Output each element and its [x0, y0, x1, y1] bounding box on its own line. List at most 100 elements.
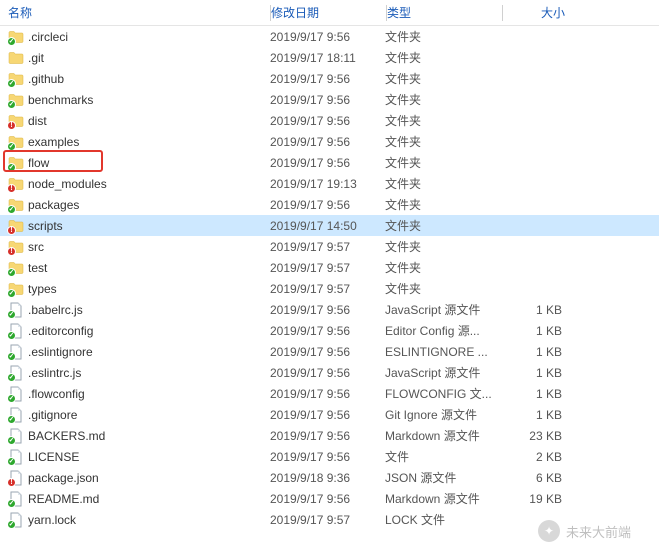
- status-badge-green: ✓: [7, 205, 16, 214]
- cell-name[interactable]: !scripts: [0, 218, 270, 234]
- file-icon: ✓: [8, 449, 24, 465]
- folder-icon: ✓: [8, 155, 24, 171]
- folder-icon: ✓: [8, 92, 24, 108]
- folder-row[interactable]: .git2019/9/17 18:11文件夹: [0, 47, 659, 68]
- cell-size: 1 KB: [500, 366, 580, 380]
- cell-name[interactable]: ✓benchmarks: [0, 92, 270, 108]
- cell-type: JavaScript 源文件: [385, 364, 500, 381]
- cell-size: 2 KB: [500, 450, 580, 464]
- file-icon: ✓: [8, 428, 24, 444]
- column-header-date[interactable]: 修改日期: [271, 4, 386, 21]
- cell-type: 文件夹: [385, 112, 500, 129]
- file-icon: ✓: [8, 512, 24, 528]
- folder-icon: !: [8, 176, 24, 192]
- file-list[interactable]: ✓.circleci2019/9/17 9:56文件夹.git2019/9/17…: [0, 26, 659, 530]
- cell-name[interactable]: ! node_modules: [0, 176, 270, 192]
- cell-name[interactable]: ✓.eslintignore: [0, 344, 270, 360]
- cell-name[interactable]: ✓packages: [0, 197, 270, 213]
- cell-date: 2019/9/17 9:56: [270, 303, 385, 317]
- folder-row[interactable]: ! dist 2019/9/17 9:56文件夹: [0, 110, 659, 131]
- cell-name[interactable]: ✓ .circleci: [0, 29, 270, 45]
- cell-size: 23 KB: [500, 429, 580, 443]
- cell-size: 1 KB: [500, 387, 580, 401]
- cell-date: 2019/9/17 9:56: [270, 93, 385, 107]
- file-row[interactable]: ✓.editorconfig2019/9/17 9:56Editor Confi…: [0, 320, 659, 341]
- file-row[interactable]: !package.json2019/9/18 9:36JSON 源文件6 KB: [0, 467, 659, 488]
- status-badge-green: ✓: [7, 100, 16, 109]
- cell-name[interactable]: ✓BACKERS.md: [0, 428, 270, 444]
- status-badge-green: ✓: [7, 289, 16, 298]
- folder-row[interactable]: ✓types2019/9/17 9:57文件夹: [0, 278, 659, 299]
- file-name: package.json: [28, 471, 99, 485]
- cell-name[interactable]: ✓ .flowconfig: [0, 386, 270, 402]
- folder-row[interactable]: !src2019/9/17 9:57文件夹: [0, 236, 659, 257]
- cell-name[interactable]: ! dist: [0, 113, 270, 129]
- status-badge-green: ✓: [7, 520, 16, 529]
- folder-row[interactable]: ✓packages2019/9/17 9:56文件夹: [0, 194, 659, 215]
- cell-type: 文件夹: [385, 196, 500, 213]
- cell-date: 2019/9/17 9:57: [270, 513, 385, 527]
- status-badge-red: !: [7, 247, 16, 256]
- file-row[interactable]: ✓.eslintignore2019/9/17 9:56ESLINTIGNORE…: [0, 341, 659, 362]
- cell-name[interactable]: ✓yarn.lock: [0, 512, 270, 528]
- cell-name[interactable]: ✓.babelrc.js: [0, 302, 270, 318]
- file-name: .flowconfig: [28, 387, 85, 401]
- folder-icon: ✓: [8, 71, 24, 87]
- cell-date: 2019/9/17 9:56: [270, 114, 385, 128]
- folder-row[interactable]: ✓benchmarks2019/9/17 9:56文件夹: [0, 89, 659, 110]
- file-name: .circleci: [28, 30, 68, 44]
- cell-size: 1 KB: [500, 324, 580, 338]
- folder-row[interactable]: ✓examples2019/9/17 9:56文件夹: [0, 131, 659, 152]
- file-name: dist: [28, 114, 47, 128]
- folder-row[interactable]: ✓flow2019/9/17 9:56文件夹: [0, 152, 659, 173]
- cell-name[interactable]: ✓README.md: [0, 491, 270, 507]
- file-name: .github: [28, 72, 64, 86]
- cell-name[interactable]: ✓.editorconfig: [0, 323, 270, 339]
- file-row[interactable]: ✓README.md2019/9/17 9:56Markdown 源文件19 K…: [0, 488, 659, 509]
- file-row[interactable]: ✓.eslintrc.js2019/9/17 9:56JavaScript 源文…: [0, 362, 659, 383]
- cell-name[interactable]: .git: [0, 50, 270, 66]
- folder-row[interactable]: ✓.circleci2019/9/17 9:56文件夹: [0, 26, 659, 47]
- cell-name[interactable]: ✓.gitignore: [0, 407, 270, 423]
- cell-name[interactable]: ✓ flow: [0, 155, 270, 171]
- cell-type: JavaScript 源文件: [385, 301, 500, 318]
- file-name: node_modules: [28, 177, 107, 191]
- file-row[interactable]: ✓.babelrc.js2019/9/17 9:56JavaScript 源文件…: [0, 299, 659, 320]
- cell-name[interactable]: ✓types: [0, 281, 270, 297]
- cell-size: 19 KB: [500, 492, 580, 506]
- folder-row[interactable]: ✓test2019/9/17 9:57文件夹: [0, 257, 659, 278]
- cell-date: 2019/9/17 9:56: [270, 450, 385, 464]
- cell-name[interactable]: ✓LICENSE: [0, 449, 270, 465]
- cell-name[interactable]: ✓ .github: [0, 71, 270, 87]
- file-icon: ✓: [8, 386, 24, 402]
- folder-row[interactable]: !node_modules2019/9/17 19:13文件夹: [0, 173, 659, 194]
- cell-type: 文件夹: [385, 259, 500, 276]
- folder-icon: ✓: [8, 29, 24, 45]
- folder-row[interactable]: !scripts2019/9/17 14:50文件夹: [0, 215, 659, 236]
- cell-date: 2019/9/17 9:56: [270, 198, 385, 212]
- file-name: flow: [28, 156, 49, 170]
- cell-name[interactable]: ✓.eslintrc.js: [0, 365, 270, 381]
- cell-type: Git Ignore 源文件: [385, 406, 500, 423]
- folder-row[interactable]: ✓.github2019/9/17 9:56文件夹: [0, 68, 659, 89]
- cell-name[interactable]: ✓ test: [0, 260, 270, 276]
- file-icon: ✓: [8, 365, 24, 381]
- cell-name[interactable]: ✓examples: [0, 134, 270, 150]
- column-header-type[interactable]: 类型: [387, 4, 502, 21]
- cell-name[interactable]: !package.json: [0, 470, 270, 486]
- cell-type: 文件夹: [385, 217, 500, 234]
- folder-icon: ✓: [8, 260, 24, 276]
- file-row[interactable]: ✓LICENSE2019/9/17 9:56文件2 KB: [0, 446, 659, 467]
- status-badge-green: ✓: [7, 373, 16, 382]
- file-icon: ✓: [8, 302, 24, 318]
- column-header-name[interactable]: 名称: [0, 4, 270, 21]
- status-badge-red: !: [7, 121, 16, 130]
- cell-name[interactable]: !src: [0, 239, 270, 255]
- cell-date: 2019/9/17 18:11: [270, 51, 385, 65]
- column-header-size[interactable]: 大小: [503, 4, 583, 21]
- file-row[interactable]: ✓BACKERS.md2019/9/17 9:56Markdown 源文件23 …: [0, 425, 659, 446]
- file-row[interactable]: ✓.flowconfig2019/9/17 9:56FLOWCONFIG 文..…: [0, 383, 659, 404]
- file-row[interactable]: ✓.gitignore2019/9/17 9:56Git Ignore 源文件1…: [0, 404, 659, 425]
- file-name: test: [28, 261, 47, 275]
- cell-type: 文件夹: [385, 238, 500, 255]
